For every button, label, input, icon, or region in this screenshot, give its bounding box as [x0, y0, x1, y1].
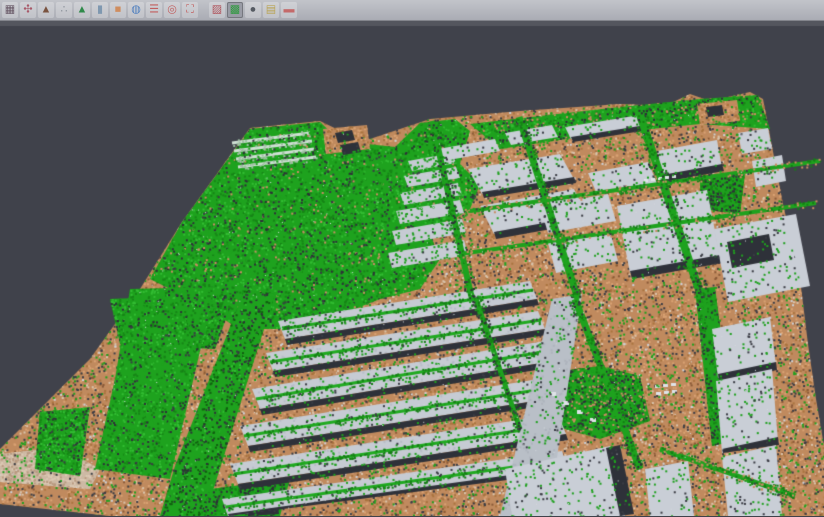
toolbar-icon-class-list: ☰ — [149, 2, 159, 18]
toolbar-button-globe[interactable]: ◍ — [128, 2, 144, 18]
toolbar-icon-rect-select: ⛶ — [186, 2, 194, 18]
toolbar-button-mesh-terrain[interactable]: ▲ — [74, 2, 90, 18]
toolbar-icon-ortho-tile: ■ — [115, 2, 122, 18]
toolbar-icon-reset-view: ▬ — [284, 2, 295, 18]
toolbar-icon-sparse-points: ∴ — [61, 2, 68, 18]
toolbar-button-sparse-points[interactable]: ∴ — [56, 2, 72, 18]
toolbar-button-photo-disable[interactable]: ▨ — [209, 2, 225, 18]
model-viewport-3d-classified-point-cloud[interactable] — [0, 21, 824, 516]
application-window: ▦ ✣ ▲ ∴ ▲ ▮ ■ ◍ ☰ ◎ ⛶ ▨ ▩ ● ▤ ▬ — [0, 0, 824, 517]
toolbar-icon-align-points: ✣ — [23, 2, 32, 18]
toolbar-button-transform[interactable]: ▦ — [2, 2, 18, 18]
toolbar-button-texture-panel[interactable]: ▮ — [92, 2, 108, 18]
toolbar-button-class-list[interactable]: ☰ — [146, 2, 162, 18]
toolbar-icon-texture-panel: ▮ — [97, 2, 103, 18]
toolbar-button-circle-select[interactable]: ◎ — [164, 2, 180, 18]
toolbar-icon-dense-cloud: ▲ — [41, 2, 52, 18]
toolbar-icon-circle-select: ◎ — [167, 2, 177, 18]
toolbar-button-rect-select[interactable]: ⛶ — [182, 2, 198, 18]
toolbar-icon-mesh-terrain: ▲ — [77, 2, 88, 18]
toolbar-button-ruler[interactable]: ▤ — [263, 2, 279, 18]
toolbar-button-classified-view[interactable]: ▩ — [227, 2, 243, 18]
toolbar-icon-classified-view: ▩ — [230, 2, 240, 18]
toolbar-icon-photo-disable: ▨ — [212, 2, 222, 18]
toolbar-button-reset-view[interactable]: ▬ — [281, 2, 297, 18]
toolbar-icon-transform: ▦ — [5, 2, 15, 18]
toolbar-button-ortho-tile[interactable]: ■ — [110, 2, 126, 18]
toolbar-button-align-points[interactable]: ✣ — [20, 2, 36, 18]
toolbar-icon-globe: ◍ — [131, 2, 141, 18]
toolbar-separator — [200, 2, 207, 18]
toolbar-icon-ruler: ▤ — [266, 2, 276, 18]
toolbar-button-shaded-sphere[interactable]: ● — [245, 2, 261, 18]
toolbar: ▦ ✣ ▲ ∴ ▲ ▮ ■ ◍ ☰ ◎ ⛶ ▨ ▩ ● ▤ ▬ — [0, 0, 824, 21]
toolbar-button-dense-cloud[interactable]: ▲ — [38, 2, 54, 18]
toolbar-icon-shaded-sphere: ● — [250, 2, 257, 18]
